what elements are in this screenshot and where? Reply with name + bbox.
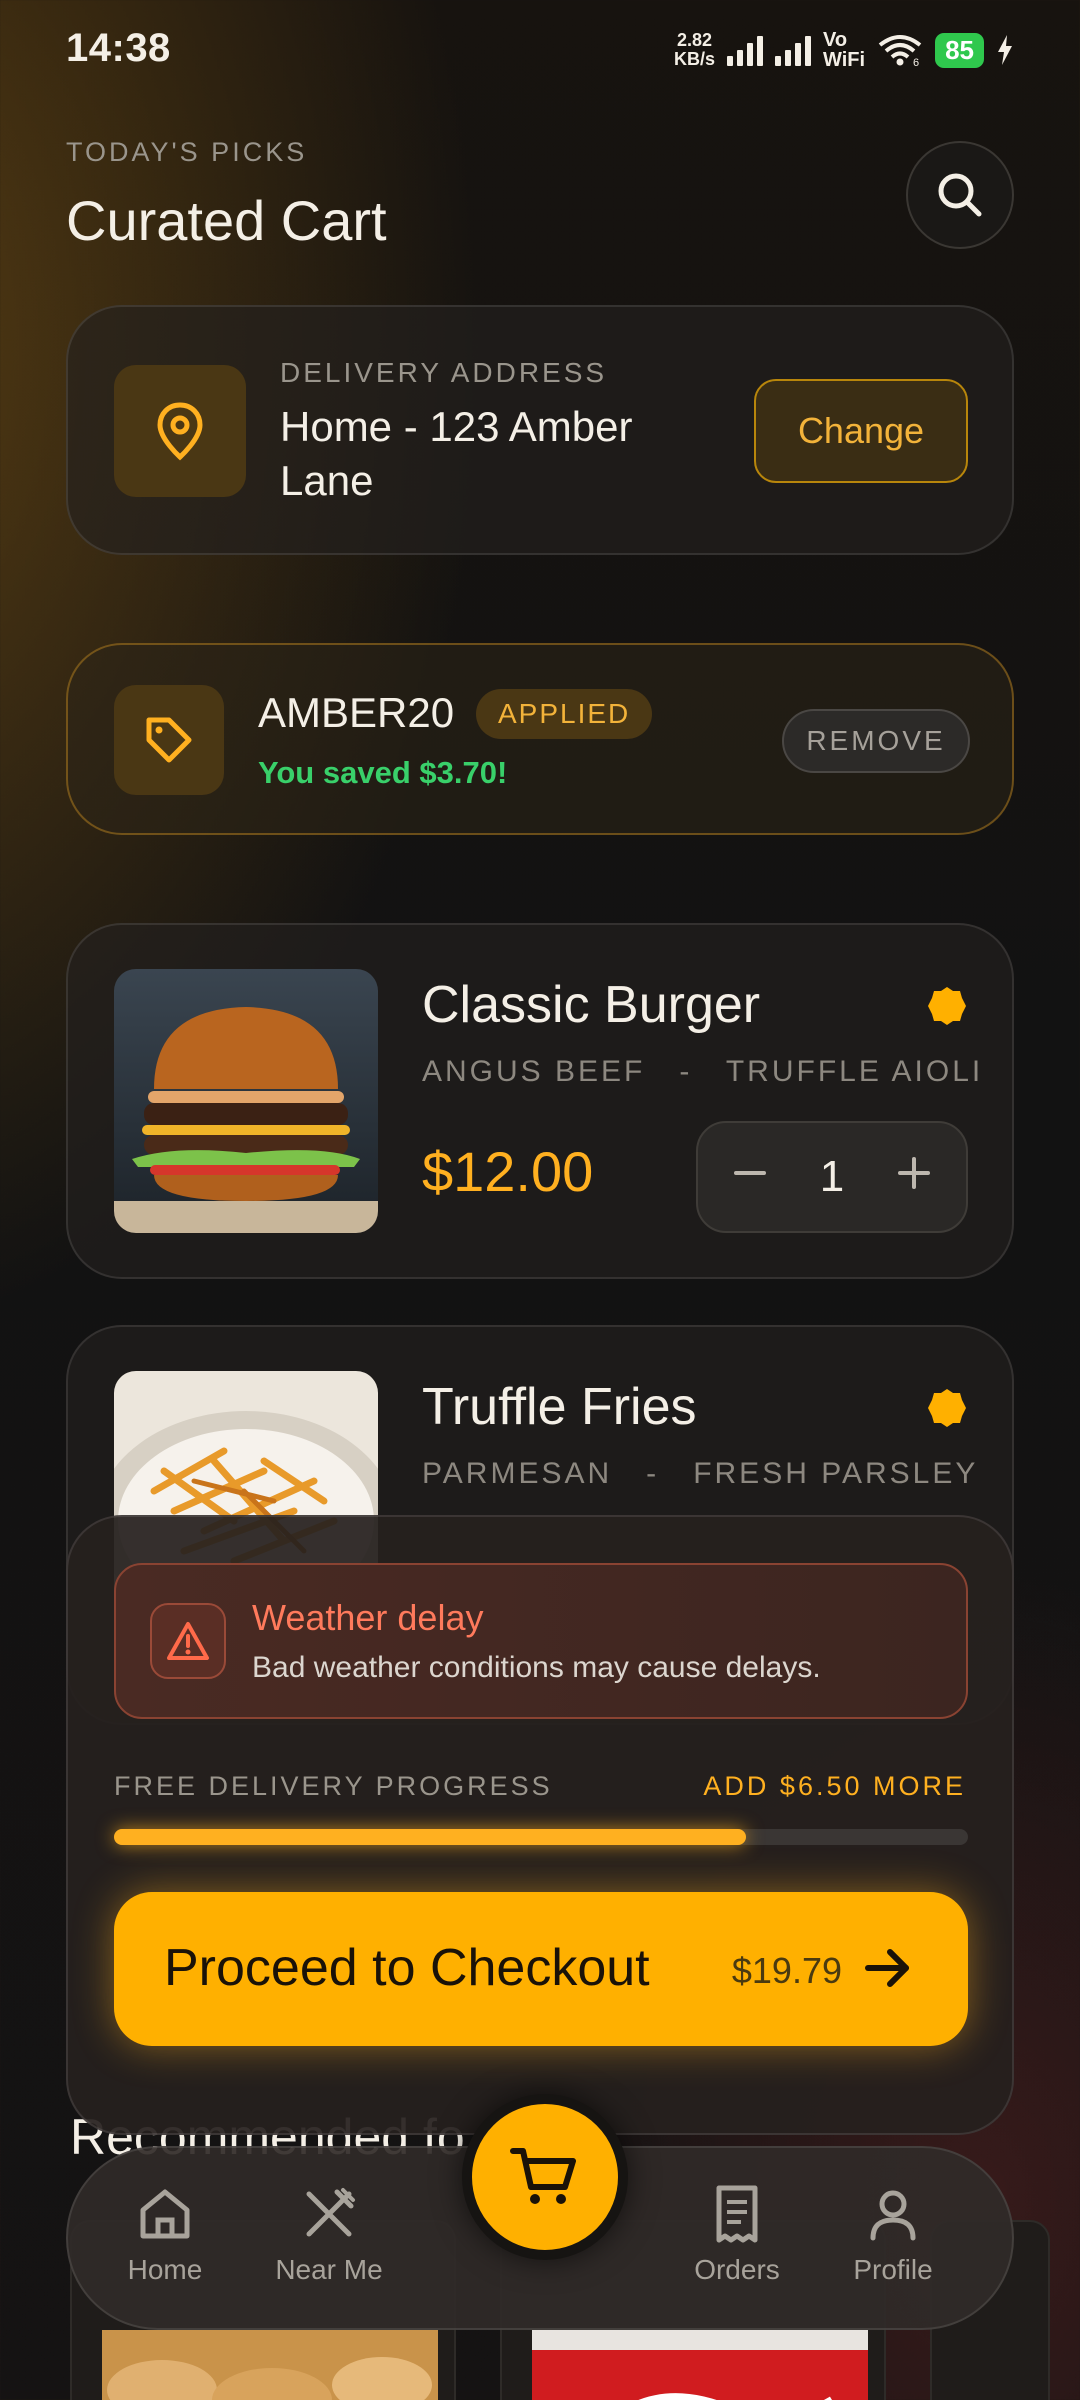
header-eyebrow: TODAY'S PICKS [66, 137, 308, 167]
quantity-stepper: 1 [696, 1121, 968, 1233]
bread-image [102, 2330, 438, 2400]
wifi-label: 6 [913, 57, 919, 67]
nav-near-me[interactable]: Near Me [254, 2184, 404, 2286]
page-title: Curated Cart [66, 189, 387, 252]
delivery-address-card: DELIVERY ADDRESS Home - 123 Amber Lane C… [66, 305, 1014, 555]
decrement-button[interactable] [715, 1152, 785, 1202]
address-value: Home - 123 Amber Lane [280, 403, 633, 504]
item-price: $12.00 [422, 1140, 594, 1203]
item-desc-separator: - [646, 1457, 660, 1490]
network-speed-value: 2.82 [677, 30, 713, 50]
minus-icon [734, 1171, 767, 1175]
location-pin-icon [157, 402, 203, 461]
checkout-sheet: Weather delay Bad weather conditions may… [66, 1515, 1014, 2135]
nav-orders[interactable]: Orders [662, 2184, 812, 2286]
nav-label: Profile [853, 2254, 933, 2285]
nav-label: Near Me [275, 2254, 383, 2285]
signal-icon [727, 34, 764, 66]
promo-code: AMBER20 [258, 689, 455, 736]
status-time: 14:38 [66, 26, 171, 70]
burger-image [114, 969, 378, 1233]
delivery-progress-bar [114, 1829, 968, 1845]
search-button[interactable] [906, 141, 1014, 249]
item-description: ANGUS BEEF - TRUFFLE AIOLI [422, 1055, 983, 1089]
warning-tile [150, 1603, 226, 1679]
checkout-label: Proceed to Checkout [164, 1939, 650, 1997]
wifi-icon: 6 [878, 35, 922, 67]
cart-icon [510, 2148, 576, 2204]
change-address-button[interactable]: Change [754, 379, 968, 483]
warning-icon [167, 1622, 209, 1660]
veg-indicator-icon [928, 987, 966, 1025]
quantity-value: 1 [819, 1152, 845, 1201]
delivery-progress-fill [114, 1829, 746, 1845]
delivery-progress-label: FREE DELIVERY PROGRESS [114, 1771, 553, 1801]
item-desc-primary: PARMESAN [422, 1457, 613, 1490]
nav-label: Home [127, 2254, 203, 2285]
item-description: PARMESAN - FRESH PARSLEY [422, 1457, 978, 1491]
item-desc-secondary: FRESH PARSLEY [693, 1457, 979, 1490]
arrow-right-icon [865, 1949, 909, 1987]
alert-title: Weather delay [252, 1597, 484, 1638]
battery-indicator: 85 [935, 32, 984, 68]
address-label: DELIVERY ADDRESS [280, 357, 608, 388]
utensils-icon [306, 2188, 355, 2237]
item-desc-separator: - [679, 1055, 693, 1088]
user-icon [870, 2190, 916, 2241]
charging-icon [998, 35, 1012, 65]
plus-icon [897, 1157, 930, 1189]
item-desc-secondary: TRUFFLE AIOLI [725, 1055, 984, 1088]
search-icon [938, 173, 982, 217]
item-desc-primary: ANGUS BEEF [422, 1055, 646, 1088]
signal-icon-2 [775, 34, 812, 66]
checkout-total: $19.79 [731, 1950, 842, 1991]
vowifi-icon: Vo WiFi [823, 30, 865, 70]
weather-alert: Weather delay Bad weather conditions may… [114, 1563, 968, 1719]
promo-card: AMBER20 APPLIED You saved $3.70! REMOVE [66, 643, 1014, 835]
checkout-button[interactable]: Proceed to Checkout $19.79 [114, 1892, 968, 2046]
location-tile [114, 365, 246, 497]
network-speed-unit: KB/s [674, 49, 716, 69]
vowifi-top: Vo [823, 29, 848, 51]
status-icons: 2.82 KB/s Vo WiFi 6 85 [674, 30, 1014, 70]
receipt-icon [716, 2185, 758, 2243]
tag-icon [146, 717, 192, 763]
savings-text: You saved $3.70! [258, 755, 508, 790]
network-speed: 2.82 KB/s [674, 31, 715, 69]
item-name: Truffle Fries [422, 1378, 697, 1436]
delivery-progress-hint: ADD $6.50 MORE [703, 1771, 966, 1801]
nav-profile[interactable]: Profile [818, 2184, 968, 2286]
nav-label: Orders [694, 2254, 780, 2285]
cart-button[interactable] [462, 2094, 628, 2260]
item-name: Classic Burger [422, 976, 761, 1034]
vowifi-bottom: WiFi [823, 49, 866, 71]
alert-message: Bad weather conditions may cause delays. [252, 1651, 821, 1684]
veg-indicator-icon [928, 1389, 966, 1427]
applied-badge: APPLIED [476, 689, 653, 739]
nav-home[interactable]: Home [90, 2184, 240, 2286]
increment-button[interactable] [879, 1152, 949, 1202]
cart-item: Classic Burger ANGUS BEEF - TRUFFLE AIOL… [66, 923, 1014, 1279]
promo-tile [114, 685, 224, 795]
home-icon [140, 2189, 190, 2239]
soda-image [532, 2330, 868, 2400]
remove-promo-button[interactable]: REMOVE [782, 709, 970, 773]
